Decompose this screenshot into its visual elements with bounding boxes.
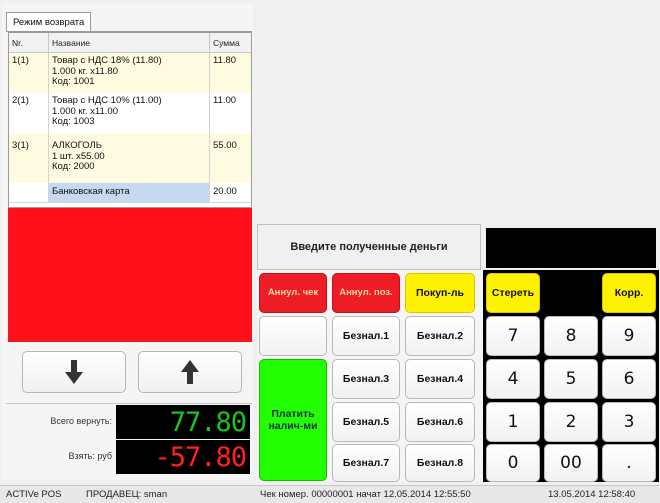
totals-divider: [6, 403, 252, 404]
input-prompt: Введите полученные деньги: [257, 224, 481, 270]
column-header-name[interactable]: Название: [49, 33, 210, 53]
blank-button[interactable]: [259, 316, 327, 356]
correct-button[interactable]: Корр.: [602, 273, 656, 313]
cashless-6-button[interactable]: Безнал.6: [405, 402, 475, 442]
item-code: Код: 1003: [52, 116, 95, 127]
key-8[interactable]: 8: [544, 316, 598, 356]
alert-area: [8, 208, 252, 342]
take-amount-label: Взять: руб: [68, 451, 112, 461]
scroll-down-button[interactable]: [22, 351, 126, 393]
cashless-2-button[interactable]: Безнал.2: [405, 316, 475, 356]
row-number: 3(1): [9, 133, 49, 183]
return-total-label: Всего вернуть:: [50, 416, 112, 426]
cancel-position-button[interactable]: Аннул. поз.: [332, 273, 400, 313]
row-number: 2(1): [9, 93, 49, 133]
key-1[interactable]: 1: [486, 402, 540, 442]
column-header-sum[interactable]: Сумма: [210, 33, 251, 53]
info-area: [257, 4, 659, 218]
status-seller: ПРОДАВЕЦ: sman: [86, 489, 168, 500]
item-code: Код: 2000: [52, 161, 95, 172]
cashless-4-button[interactable]: Безнал.4: [405, 359, 475, 399]
key-3[interactable]: 3: [602, 402, 656, 442]
item-name: АЛКОГОЛЬ: [52, 140, 102, 151]
cancel-check-button[interactable]: Аннул. чек: [259, 273, 327, 313]
cashless-3-button[interactable]: Безнал.3: [332, 359, 400, 399]
item-name: Товар с НДС 18% (11.80): [52, 55, 162, 66]
row-description: АЛКОГОЛЬ 1 шт. x55.00 Код: 2000: [49, 133, 210, 183]
clear-button[interactable]: Стереть: [486, 273, 540, 313]
cashless-1-button[interactable]: Безнал.1: [332, 316, 400, 356]
key-5[interactable]: 5: [544, 359, 598, 399]
payment-name: Банковская карта: [49, 183, 210, 202]
table-row[interactable]: 2(1) Товар с НДС 10% (11.00) 1.000 кг. x…: [9, 93, 251, 134]
payment-row[interactable]: Банковская карта 20.00: [9, 183, 251, 203]
table-row[interactable]: 1(1) Товар с НДС 18% (11.80) 1.000 кг. x…: [9, 53, 251, 94]
pay-cash-button[interactable]: Платить налич-ми: [259, 359, 327, 481]
status-check-info: Чек номер. 00000001 начат 12.05.2014 12:…: [260, 489, 471, 500]
row-number: 1(1): [9, 53, 49, 93]
arrow-up-icon: [181, 360, 199, 384]
key-00[interactable]: 00: [544, 444, 598, 482]
cashless-7-button[interactable]: Безнал.7: [332, 444, 400, 482]
arrow-down-icon: [65, 360, 83, 384]
take-amount-value: -57.80: [116, 440, 250, 474]
row-sum: 11.00: [213, 95, 237, 106]
scroll-up-button[interactable]: [138, 351, 242, 393]
tab-return-mode[interactable]: Режим возврата: [6, 12, 92, 32]
key-decimal[interactable]: .: [602, 444, 656, 482]
row-number: [9, 183, 49, 202]
cashless-8-button[interactable]: Безнал.8: [405, 444, 475, 482]
customer-button[interactable]: Покуп-ль: [405, 273, 475, 313]
status-bar: ACTIVe POS ПРОДАВЕЦ: sman Чек номер. 000…: [0, 485, 660, 503]
return-total-value: 77.80: [116, 405, 250, 439]
receipt-table: Nr. Название Сумма 1(1) Товар с НДС 18% …: [8, 32, 252, 208]
status-app-name: ACTIVe POS: [6, 489, 62, 500]
row-description: Товар с НДС 10% (11.00) 1.000 кг. x11.00…: [49, 93, 210, 133]
key-7[interactable]: 7: [486, 316, 540, 356]
row-sum: 11.80: [213, 55, 237, 66]
column-header-nr[interactable]: Nr.: [9, 33, 49, 53]
key-2[interactable]: 2: [544, 402, 598, 442]
row-sum: 55.00: [213, 140, 237, 151]
key-4[interactable]: 4: [486, 359, 540, 399]
table-row[interactable]: 3(1) АЛКОГОЛЬ 1 шт. x55.00 Код: 2000 55.…: [9, 133, 251, 184]
item-name: Товар с НДС 10% (11.00): [52, 95, 162, 106]
item-code: Код: 1001: [52, 76, 95, 87]
cashless-5-button[interactable]: Безнал.5: [332, 402, 400, 442]
payment-sum: 20.00: [213, 186, 237, 197]
row-description: Товар с НДС 18% (11.80) 1.000 кг. x11.80…: [49, 53, 210, 93]
status-datetime: 13.05.2014 12:58:40: [548, 489, 636, 500]
key-9[interactable]: 9: [602, 316, 656, 356]
key-6[interactable]: 6: [602, 359, 656, 399]
key-0[interactable]: 0: [486, 444, 540, 482]
amount-display: [486, 228, 656, 268]
